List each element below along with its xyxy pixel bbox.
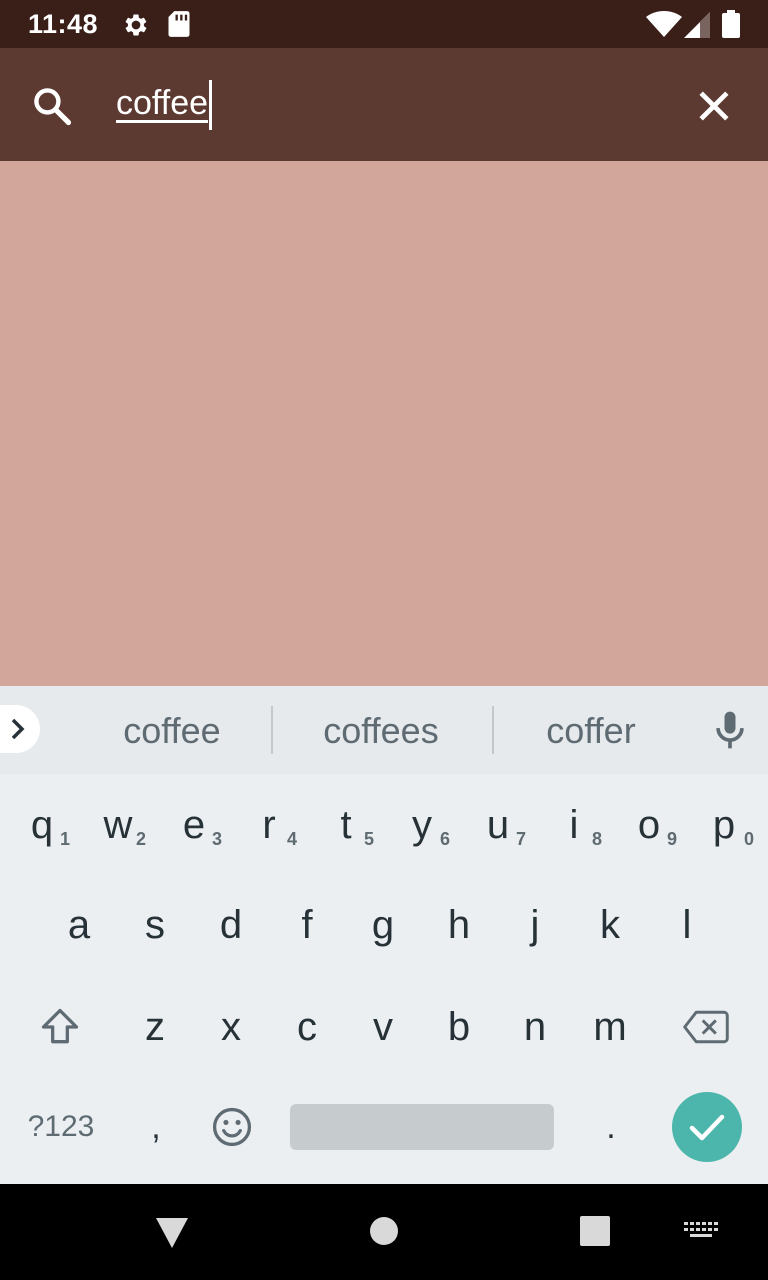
search-bar: coffee xyxy=(0,48,768,161)
status-bar: 11:48 xyxy=(0,0,768,48)
key-v[interactable]: v xyxy=(345,982,421,1072)
results-area xyxy=(0,161,768,686)
close-icon[interactable] xyxy=(692,84,736,128)
microphone-icon[interactable] xyxy=(708,708,752,752)
keyboard-switch-icon[interactable] xyxy=(684,1222,718,1242)
checkmark-icon xyxy=(689,1114,725,1141)
wifi-icon xyxy=(646,11,682,37)
key-j[interactable]: j xyxy=(497,880,573,970)
key-n[interactable]: n xyxy=(497,982,573,1072)
suggestion-2[interactable]: coffees xyxy=(300,710,462,752)
key-r[interactable]: r4 xyxy=(231,780,307,870)
back-icon[interactable] xyxy=(154,1216,190,1250)
key-d[interactable]: d xyxy=(193,880,269,970)
enter-button[interactable] xyxy=(672,1092,742,1162)
key-e[interactable]: e3 xyxy=(156,780,232,870)
home-icon[interactable] xyxy=(368,1215,400,1247)
shift-key[interactable] xyxy=(22,982,98,1072)
key-s[interactable]: s xyxy=(117,880,193,970)
key-t[interactable]: t5 xyxy=(308,780,384,870)
key-b[interactable]: b xyxy=(421,982,497,1072)
settings-icon xyxy=(125,14,147,36)
key-m[interactable]: m xyxy=(572,982,648,1072)
suggestion-3[interactable]: coffer xyxy=(522,710,660,752)
space-key[interactable] xyxy=(290,1104,554,1150)
suggestion-1[interactable]: coffee xyxy=(100,710,244,752)
backspace-icon xyxy=(683,1010,729,1044)
emoji-icon xyxy=(212,1107,252,1147)
text-cursor xyxy=(209,80,212,130)
key-i[interactable]: i8 xyxy=(536,780,612,870)
status-time: 11:48 xyxy=(28,9,99,39)
key-g[interactable]: g xyxy=(345,880,421,970)
emoji-key[interactable] xyxy=(194,1082,270,1172)
key-u[interactable]: u7 xyxy=(460,780,536,870)
key-x[interactable]: x xyxy=(193,982,269,1072)
key-z[interactable]: z xyxy=(117,982,193,1072)
battery-icon xyxy=(722,10,740,38)
period-key[interactable]: . xyxy=(573,1082,649,1172)
backspace-key[interactable] xyxy=(668,982,744,1072)
comma-key[interactable]: , xyxy=(118,1082,194,1172)
signal-icon xyxy=(684,12,710,38)
key-h[interactable]: h xyxy=(421,880,497,970)
search-icon[interactable] xyxy=(30,84,74,128)
recents-icon[interactable] xyxy=(580,1216,610,1246)
suggestion-divider xyxy=(271,706,273,754)
key-a[interactable]: a xyxy=(41,880,117,970)
key-f[interactable]: f xyxy=(269,880,345,970)
key-l[interactable]: l xyxy=(649,880,725,970)
sd-card-icon xyxy=(168,11,190,37)
key-w[interactable]: w2 xyxy=(80,780,156,870)
key-q[interactable]: q1 xyxy=(4,780,80,870)
shift-icon xyxy=(41,1008,79,1044)
key-k[interactable]: k xyxy=(572,880,648,970)
expand-toolbar-button[interactable] xyxy=(0,705,40,753)
key-p[interactable]: p0 xyxy=(686,780,762,870)
search-input[interactable]: coffee xyxy=(116,84,208,123)
chevron-right-icon xyxy=(11,718,25,740)
navigation-bar xyxy=(0,1184,768,1280)
keyboard: q1 w2 e3 r4 t5 y6 u7 i8 o9 p0 a s d f g … xyxy=(0,774,768,1184)
symbols-key[interactable]: ?123 xyxy=(16,1082,106,1172)
suggestion-strip: coffee coffees coffer xyxy=(0,686,768,774)
suggestion-divider xyxy=(492,706,494,754)
key-o[interactable]: o9 xyxy=(611,780,687,870)
key-c[interactable]: c xyxy=(269,982,345,1072)
key-y[interactable]: y6 xyxy=(384,780,460,870)
